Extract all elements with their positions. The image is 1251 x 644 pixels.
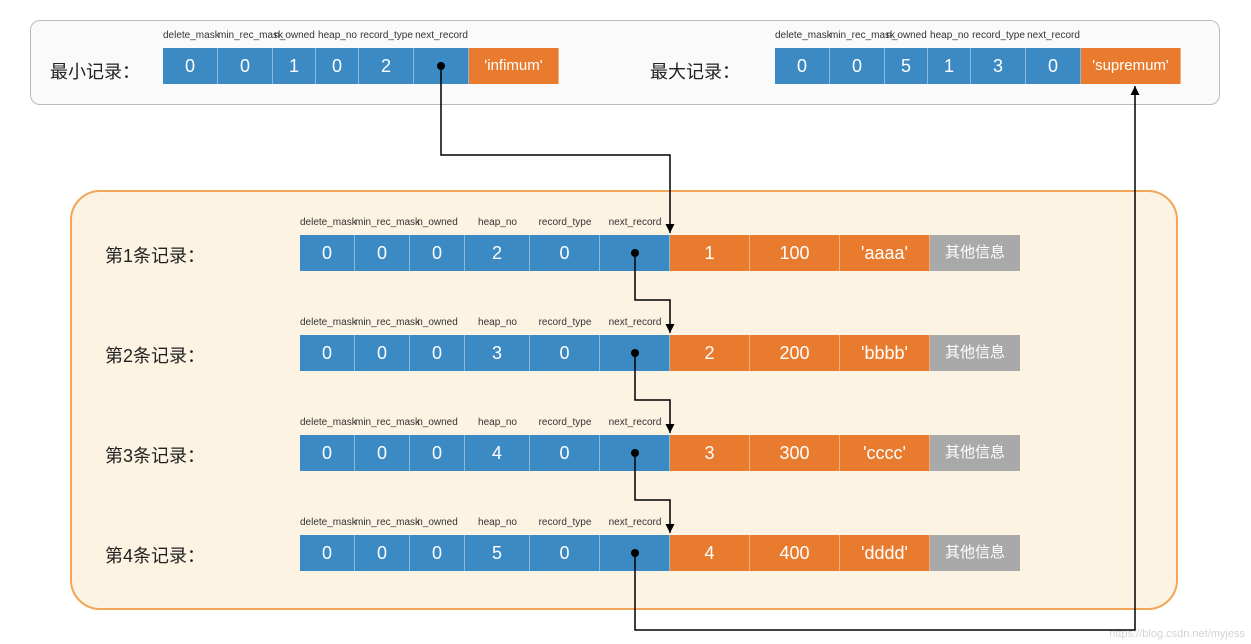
min-tag: 'infimum' bbox=[469, 48, 559, 84]
max-tag: 'supremum' bbox=[1081, 48, 1181, 84]
hdr-min-4: record_type bbox=[359, 30, 414, 41]
r3h5: next_record bbox=[600, 417, 670, 428]
r4h3: heap_no bbox=[465, 517, 530, 528]
min-cell-2: 1 bbox=[273, 48, 316, 84]
watermark: https://blog.csdn.net/myjess bbox=[1109, 628, 1245, 640]
r3c5 bbox=[600, 435, 670, 471]
hdr-min-5: next_record bbox=[414, 30, 469, 41]
row1-label: 第1条记录： bbox=[105, 242, 205, 268]
r1h4: record_type bbox=[530, 217, 600, 228]
r2h3: heap_no bbox=[465, 317, 530, 328]
r2d1: 200 bbox=[750, 335, 840, 371]
r2c4: 0 bbox=[530, 335, 600, 371]
r4c1: 0 bbox=[355, 535, 410, 571]
max-record-label: 最大记录： bbox=[650, 58, 740, 84]
r3h1: min_rec_mask bbox=[355, 417, 410, 428]
r1d2: 'aaaa' bbox=[840, 235, 930, 271]
r4h4: record_type bbox=[530, 517, 600, 528]
max-cell-3: 1 bbox=[928, 48, 971, 84]
row4-label: 第4条记录： bbox=[105, 542, 205, 568]
max-cell-2: 5 bbox=[885, 48, 928, 84]
r1extra: 其他信息 bbox=[930, 235, 1020, 271]
r1h1: min_rec_mask bbox=[355, 217, 410, 228]
r3h2: n_owned bbox=[410, 417, 465, 428]
r3c3: 4 bbox=[465, 435, 530, 471]
r2h0: delete_mask bbox=[300, 317, 355, 328]
max-cell-4: 3 bbox=[971, 48, 1026, 84]
hdr-max-4: record_type bbox=[971, 30, 1026, 41]
r4c5 bbox=[600, 535, 670, 571]
r1c2: 0 bbox=[410, 235, 465, 271]
r4c0: 0 bbox=[300, 535, 355, 571]
r4d1: 400 bbox=[750, 535, 840, 571]
max-cell-1: 0 bbox=[830, 48, 885, 84]
r2c0: 0 bbox=[300, 335, 355, 371]
r1d0: 1 bbox=[670, 235, 750, 271]
r3h3: heap_no bbox=[465, 417, 530, 428]
hdr-min-0: delete_mask bbox=[163, 30, 218, 41]
r4c3: 5 bbox=[465, 535, 530, 571]
r2c5 bbox=[600, 335, 670, 371]
r1c5 bbox=[600, 235, 670, 271]
r1c3: 2 bbox=[465, 235, 530, 271]
r2d0: 2 bbox=[670, 335, 750, 371]
min-cell-3: 0 bbox=[316, 48, 359, 84]
row3-label: 第3条记录： bbox=[105, 442, 205, 468]
r4c2: 0 bbox=[410, 535, 465, 571]
r4d2: 'dddd' bbox=[840, 535, 930, 571]
hdr-max-2: n_owned bbox=[885, 30, 928, 41]
min-cell-5 bbox=[414, 48, 469, 84]
r3c1: 0 bbox=[355, 435, 410, 471]
r1c0: 0 bbox=[300, 235, 355, 271]
r2c2: 0 bbox=[410, 335, 465, 371]
r4h1: min_rec_mask bbox=[355, 517, 410, 528]
r3h4: record_type bbox=[530, 417, 600, 428]
max-cell-0: 0 bbox=[775, 48, 830, 84]
r1h3: heap_no bbox=[465, 217, 530, 228]
r4h5: next_record bbox=[600, 517, 670, 528]
r4d0: 4 bbox=[670, 535, 750, 571]
r3c4: 0 bbox=[530, 435, 600, 471]
r4c4: 0 bbox=[530, 535, 600, 571]
r1h5: next_record bbox=[600, 217, 670, 228]
r4h2: n_owned bbox=[410, 517, 465, 528]
row2-label: 第2条记录： bbox=[105, 342, 205, 368]
hdr-max-0: delete_mask bbox=[775, 30, 830, 41]
r1d1: 100 bbox=[750, 235, 840, 271]
hdr-max-3: heap_no bbox=[928, 30, 971, 41]
r3c2: 0 bbox=[410, 435, 465, 471]
hdr-min-1: min_rec_mask bbox=[218, 30, 273, 41]
r2h5: next_record bbox=[600, 317, 670, 328]
r2d2: 'bbbb' bbox=[840, 335, 930, 371]
r2c3: 3 bbox=[465, 335, 530, 371]
r4extra: 其他信息 bbox=[930, 535, 1020, 571]
r3c0: 0 bbox=[300, 435, 355, 471]
hdr-max-1: min_rec_mask bbox=[830, 30, 885, 41]
r4h0: delete_mask bbox=[300, 517, 355, 528]
min-cell-4: 2 bbox=[359, 48, 414, 84]
r2h2: n_owned bbox=[410, 317, 465, 328]
min-cell-0: 0 bbox=[163, 48, 218, 84]
r2h1: min_rec_mask bbox=[355, 317, 410, 328]
r3d0: 3 bbox=[670, 435, 750, 471]
min-record-label: 最小记录： bbox=[50, 58, 140, 84]
max-cell-5: 0 bbox=[1026, 48, 1081, 84]
r2extra: 其他信息 bbox=[930, 335, 1020, 371]
hdr-min-3: heap_no bbox=[316, 30, 359, 41]
r3d2: 'cccc' bbox=[840, 435, 930, 471]
r3extra: 其他信息 bbox=[930, 435, 1020, 471]
r1h0: delete_mask bbox=[300, 217, 355, 228]
min-cell-1: 0 bbox=[218, 48, 273, 84]
r1c4: 0 bbox=[530, 235, 600, 271]
hdr-max-5: next_record bbox=[1026, 30, 1081, 41]
hdr-min-2: n_owned bbox=[273, 30, 316, 41]
r2c1: 0 bbox=[355, 335, 410, 371]
r1c1: 0 bbox=[355, 235, 410, 271]
r3d1: 300 bbox=[750, 435, 840, 471]
r1h2: n_owned bbox=[410, 217, 465, 228]
r2h4: record_type bbox=[530, 317, 600, 328]
r3h0: delete_mask bbox=[300, 417, 355, 428]
